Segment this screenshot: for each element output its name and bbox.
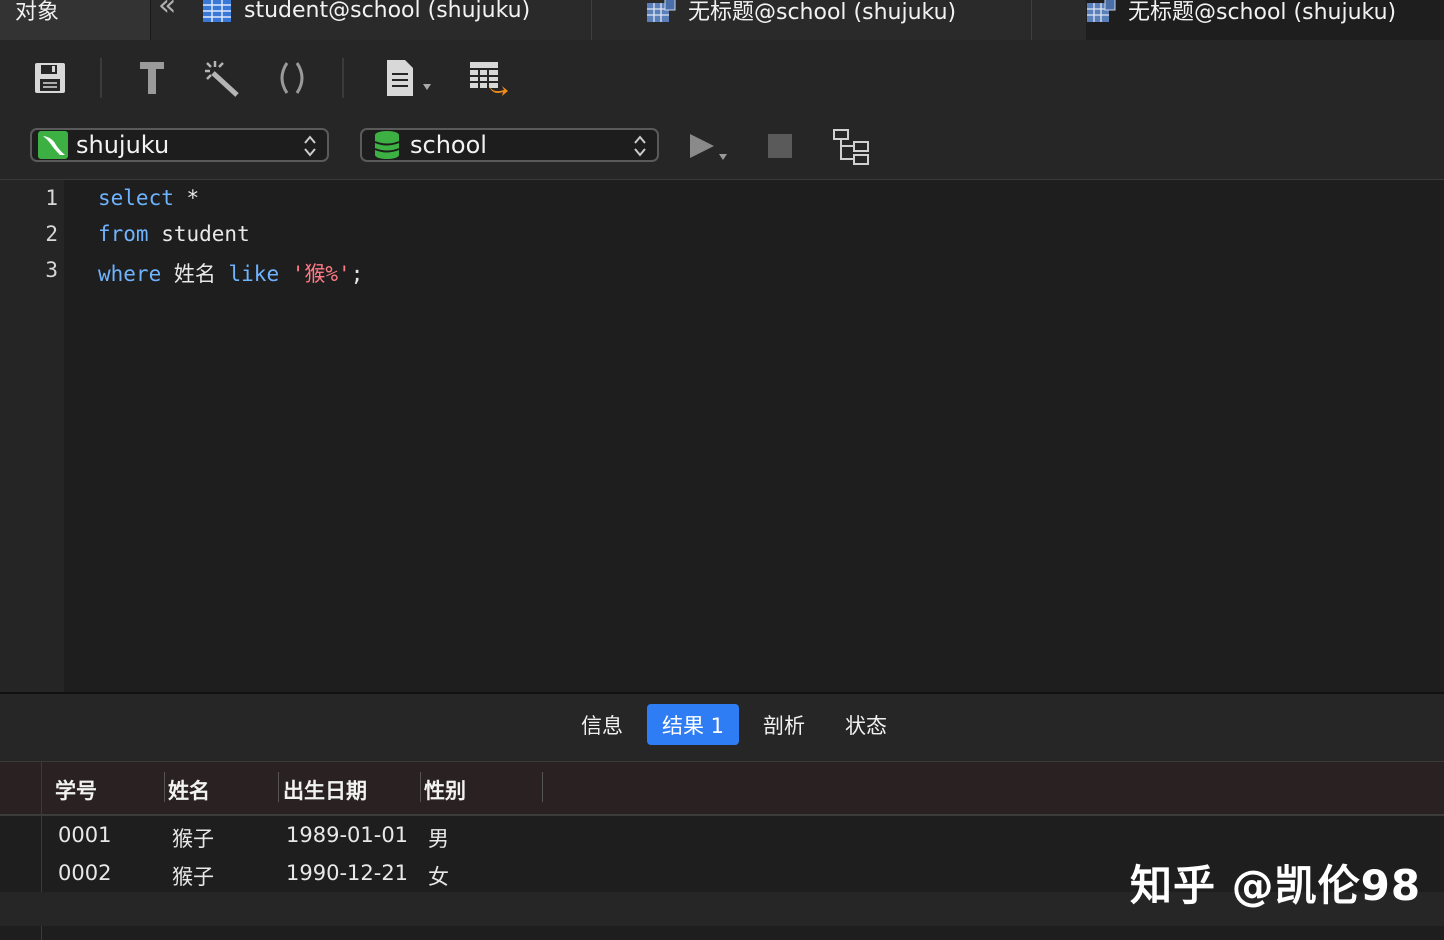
database-icon [374,131,400,159]
watermark: 知乎 @凯伦98 [1130,861,1422,910]
tab-label: 无标题@school (shujuku) [1128,0,1397,25]
tab-result-1[interactable]: 结果 1 [647,704,739,745]
sql-text: student [148,222,250,246]
connection-value: shujuku [76,131,170,159]
sql-text: ; [350,262,364,286]
tab-scroll-left-icon[interactable]: « [158,0,176,23]
table-grid-icon [203,0,231,22]
column-resize-handle[interactable] [542,772,543,802]
database-select[interactable]: school [360,128,659,162]
tab-info[interactable]: 信息 [570,704,634,745]
sql-string: '猴%' [291,262,351,286]
sql-keyword: from [98,222,149,246]
code-line[interactable]: select * [98,186,199,210]
tab-untitled-query-1[interactable]: 无标题@school (shujuku) [646,0,956,40]
sql-keyword: select [98,186,174,210]
tab-objects-label: 对象 [14,0,59,25]
sql-text: * [173,186,200,210]
tab-divider [591,0,592,40]
tab-status[interactable]: 状态 [834,704,898,745]
line-number-gutter [0,180,64,692]
line-number: 1 [45,186,58,210]
export-results-icon[interactable] [468,58,508,98]
column-resize-handle[interactable] [420,772,421,802]
column-header-gender[interactable]: 性别 [424,775,466,805]
table-cell[interactable]: 0001 [58,823,111,847]
updown-chevron-icon [304,135,316,157]
column-resize-handle[interactable] [278,772,279,802]
format-sql-icon[interactable] [132,58,172,98]
tab-label: student@school (shujuku) [244,0,531,23]
tab-divider [1031,0,1032,40]
code-line[interactable]: from student [98,222,250,246]
query-table-icon [647,0,676,22]
table-row[interactable]: 0001 猴子 1989-01-01 男 [42,818,1444,854]
column-header-birthdate[interactable]: 出生日期 [283,775,367,805]
table-cell[interactable]: 女 [428,861,449,891]
table-cell[interactable]: 1989-01-01 [286,823,408,847]
code-line[interactable]: where 姓名 like '猴%'; [98,258,363,288]
parentheses-icon[interactable] [272,58,312,98]
tab-objects[interactable]: 对象 [0,0,151,40]
toolbar-separator [342,58,344,98]
sql-keyword: like [228,262,280,286]
query-table-icon [1087,0,1116,22]
run-dropdown-icon[interactable] [688,130,734,166]
code-snippet-dropdown-icon[interactable] [380,58,440,98]
magic-wand-icon[interactable] [202,58,242,98]
updown-chevron-icon [634,135,646,157]
table-cell[interactable]: 1990-12-21 [286,861,408,885]
connection-select[interactable]: shujuku [30,128,329,162]
save-icon[interactable] [30,58,70,98]
database-value: school [410,131,487,159]
tab-label: 无标题@school (shujuku) [688,0,957,25]
column-header-student-id[interactable]: 学号 [55,775,97,805]
table-cell[interactable]: 猴子 [172,823,214,853]
column-header-name[interactable]: 姓名 [168,775,210,805]
table-cell[interactable]: 男 [428,823,449,853]
tab-untitled-query-2[interactable]: 无标题@school (shujuku) [1086,0,1444,40]
sql-text: 姓名 [161,262,229,286]
toolbar-separator [100,58,102,98]
line-number: 2 [45,222,58,246]
tab-student-query[interactable]: student@school (shujuku) [202,0,530,40]
sql-editor[interactable] [0,180,1444,692]
mysql-connection-icon [38,131,68,159]
sql-keyword: where [98,262,162,286]
stop-icon[interactable] [768,134,792,158]
explain-tree-icon[interactable] [832,128,870,166]
line-number: 3 [45,258,58,282]
column-resize-handle[interactable] [164,772,165,802]
table-header [0,762,1444,816]
table-cell[interactable]: 0002 [58,861,111,885]
tab-profile[interactable]: 剖析 [752,704,816,745]
table-cell[interactable]: 猴子 [172,861,214,891]
